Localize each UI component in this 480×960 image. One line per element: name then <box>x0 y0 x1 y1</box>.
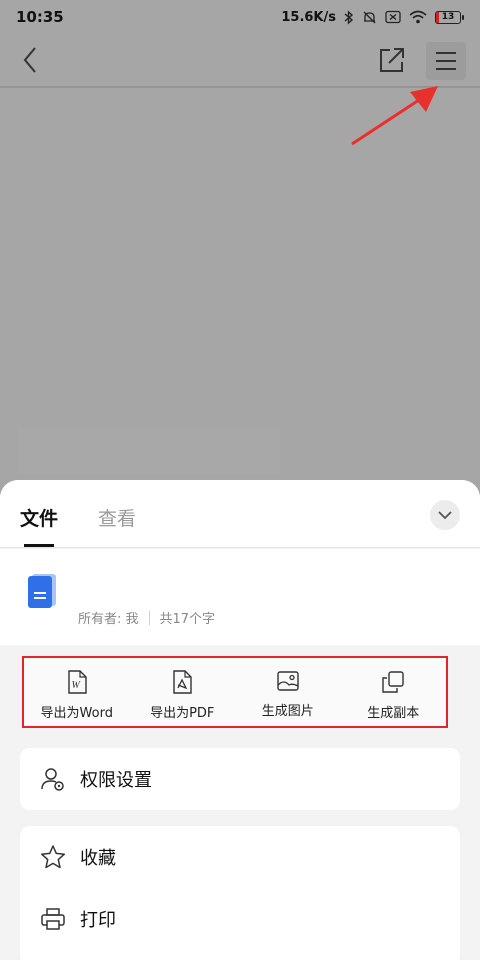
create-copy-button[interactable]: 生成副本 <box>341 658 447 726</box>
star-icon <box>40 845 66 869</box>
generate-image-button[interactable]: 生成图片 <box>235 658 341 726</box>
chevron-down-icon <box>438 511 452 520</box>
active-tab-indicator <box>24 544 54 547</box>
copy-icon <box>382 671 404 693</box>
permissions-card: 权限设置 <box>20 748 460 810</box>
bluetooth-icon <box>344 9 354 25</box>
tab-file[interactable]: 文件 <box>20 504 58 531</box>
printer-icon <box>41 908 65 930</box>
meta-divider <box>148 610 150 625</box>
more-actions-card: 收藏 打印 <box>20 826 460 960</box>
svg-text:W: W <box>71 680 81 691</box>
status-indicators: 15.6K/s 13 <box>281 10 464 25</box>
annotation-arrow-icon <box>351 86 438 146</box>
battery-icon: 13 <box>435 10 464 24</box>
menu-button[interactable] <box>426 42 466 80</box>
menu-icon <box>436 52 456 70</box>
word-file-icon: W <box>68 670 87 694</box>
share-external-icon <box>380 48 404 72</box>
status-time: 10:35 <box>16 8 64 26</box>
pdf-file-icon <box>173 670 192 694</box>
export-word-label: 导出为Word <box>40 706 113 721</box>
export-pdf-label: 导出为PDF <box>150 706 215 721</box>
back-button[interactable] <box>14 44 46 76</box>
favorite-item[interactable]: 收藏 <box>20 826 460 888</box>
image-icon <box>277 671 299 691</box>
document-content-placeholder <box>18 428 280 474</box>
doc-owner: 所有者: 我 <box>78 612 139 627</box>
file-menu-sheet: 文件 查看 所有者: 我 共17个字 W 导出为Word 导出为PDF 生成图片… <box>0 480 480 960</box>
battery-level: 13 <box>441 12 455 22</box>
document-icon <box>28 574 56 608</box>
document-meta: 所有者: 我 共17个字 <box>78 608 215 627</box>
back-icon <box>23 47 36 73</box>
print-item[interactable]: 打印 <box>20 888 460 950</box>
print-label: 打印 <box>80 910 116 931</box>
generate-image-label: 生成图片 <box>261 704 314 719</box>
tab-view[interactable]: 查看 <box>98 504 136 531</box>
document-info: 所有者: 我 共17个字 <box>0 549 480 645</box>
favorite-label: 收藏 <box>80 848 116 869</box>
permissions-label: 权限设置 <box>80 770 152 791</box>
wifi-icon <box>409 10 427 24</box>
network-speed: 15.6K/s <box>281 9 336 25</box>
export-actions-card: W 导出为Word 导出为PDF 生成图片 生成副本 <box>22 656 448 728</box>
export-word-button[interactable]: W 导出为Word <box>24 658 130 726</box>
status-bar: 10:35 15.6K/s 13 <box>0 0 480 34</box>
doc-word-count: 共17个字 <box>159 612 216 627</box>
user-permission-icon <box>41 768 64 791</box>
create-copy-label: 生成副本 <box>367 706 420 721</box>
collapse-button[interactable] <box>430 500 460 530</box>
permissions-settings-item[interactable]: 权限设置 <box>20 748 460 810</box>
share-button[interactable] <box>376 44 408 76</box>
sim-off-icon <box>385 10 401 24</box>
sheet-header: 文件 查看 <box>0 480 480 548</box>
export-pdf-button[interactable]: 导出为PDF <box>130 658 236 726</box>
bell-muted-icon <box>363 11 376 23</box>
